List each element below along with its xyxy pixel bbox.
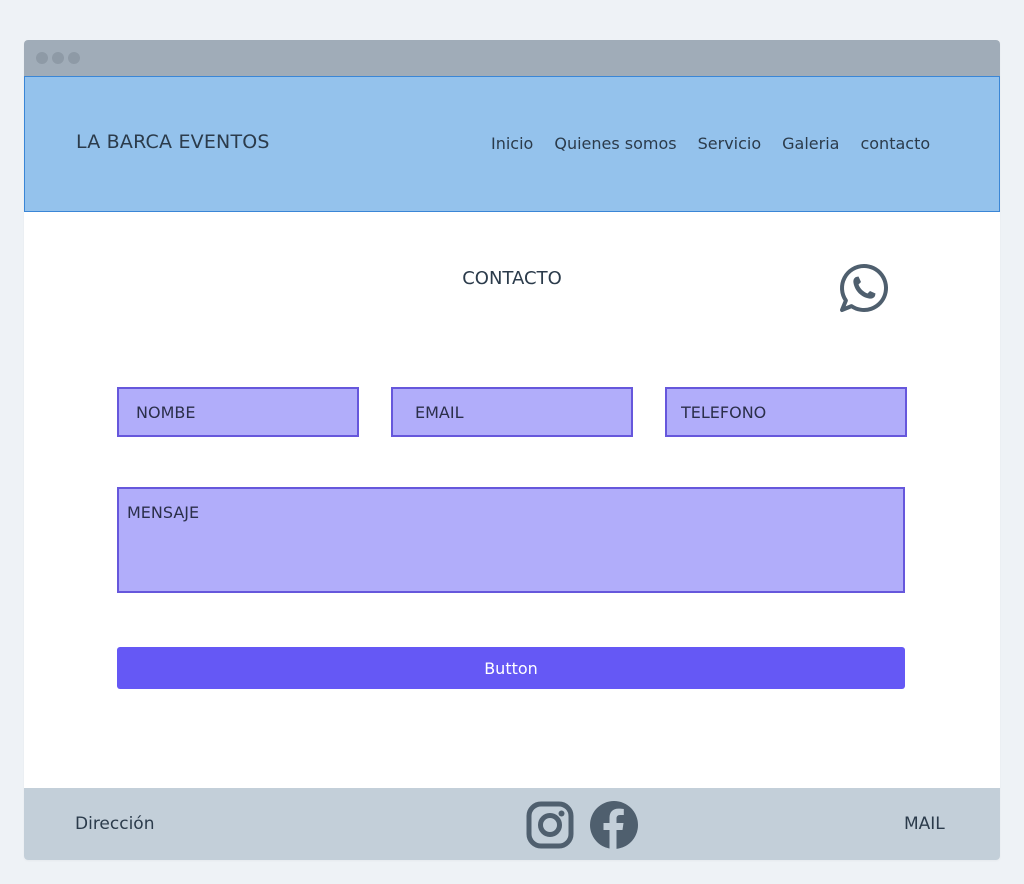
window-titlebar xyxy=(24,40,1000,76)
window-dot-minimize[interactable] xyxy=(52,52,64,64)
footer-address: Dirección xyxy=(75,814,155,834)
site-header: LA BARCA EVENTOS Inicio Quienes somos Se… xyxy=(24,76,1000,212)
window-dot-close[interactable] xyxy=(36,52,48,64)
footer-mail[interactable]: MAIL xyxy=(904,814,945,834)
nav-item-galeria[interactable]: Galeria xyxy=(782,134,839,153)
instagram-icon[interactable] xyxy=(525,800,575,850)
nav-item-servicio[interactable]: Servicio xyxy=(698,134,762,153)
site-footer: Dirección MAIL xyxy=(24,788,1000,860)
name-field[interactable] xyxy=(117,387,359,437)
nav-item-quienes-somos[interactable]: Quienes somos xyxy=(554,134,676,153)
facebook-icon[interactable] xyxy=(589,800,639,850)
message-field[interactable] xyxy=(117,487,905,593)
brand-title: LA BARCA EVENTOS xyxy=(76,131,270,153)
window-dot-maximize[interactable] xyxy=(68,52,80,64)
whatsapp-icon[interactable] xyxy=(839,263,889,313)
main-nav: Inicio Quienes somos Servicio Galeria co… xyxy=(491,134,930,153)
nav-item-inicio[interactable]: Inicio xyxy=(491,134,533,153)
phone-field[interactable] xyxy=(665,387,907,437)
browser-window: LA BARCA EVENTOS Inicio Quienes somos Se… xyxy=(24,40,1000,860)
email-field[interactable] xyxy=(391,387,633,437)
submit-button[interactable]: Button xyxy=(117,647,905,689)
nav-item-contacto[interactable]: contacto xyxy=(860,134,930,153)
